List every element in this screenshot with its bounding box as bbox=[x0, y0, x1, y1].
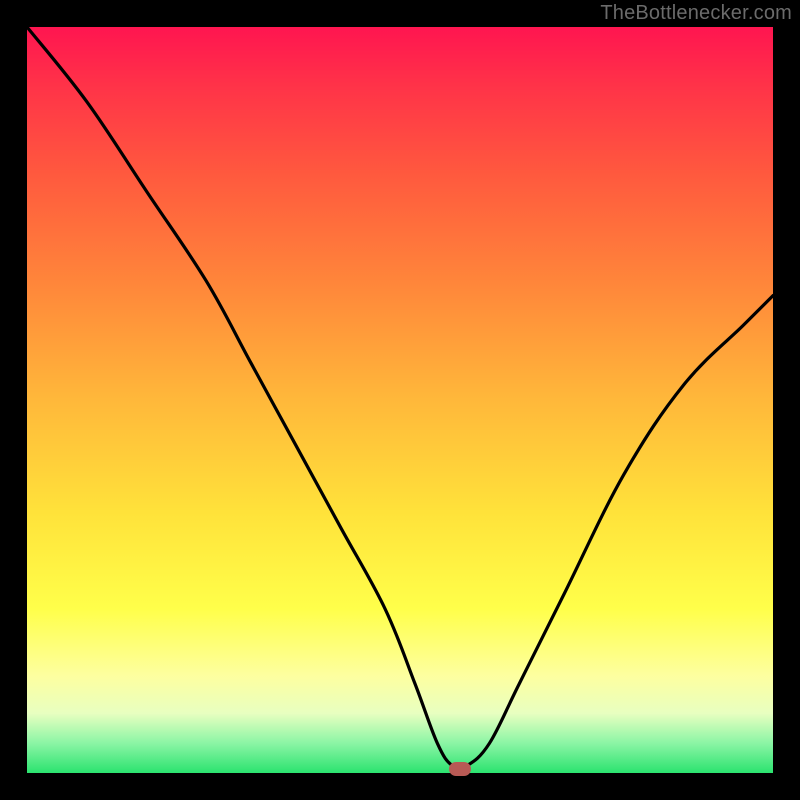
optimal-point-marker bbox=[449, 762, 471, 776]
watermark-text: TheBottlenecker.com bbox=[600, 2, 792, 25]
bottleneck-curve bbox=[27, 27, 773, 769]
plot-area bbox=[27, 27, 773, 773]
line-chart-svg bbox=[27, 27, 773, 773]
chart-container: TheBottlenecker.com bbox=[0, 0, 800, 800]
